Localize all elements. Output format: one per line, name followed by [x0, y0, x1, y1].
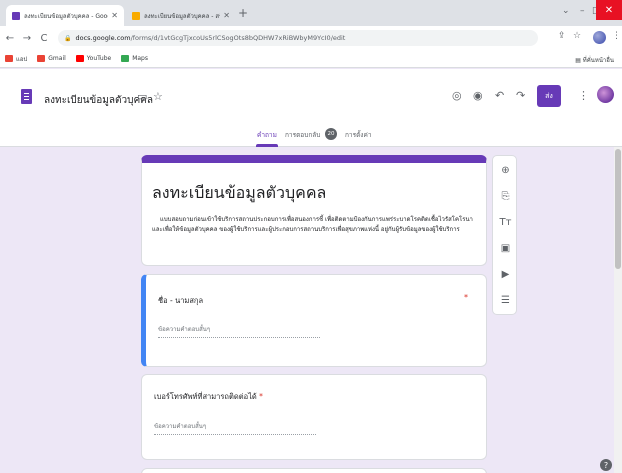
add-video-icon[interactable]: ▶	[493, 269, 518, 280]
form-title[interactable]: ลงทะเบียนข้อมูลตัวบุคคล	[152, 181, 326, 206]
required-mark: *	[259, 392, 263, 401]
scrollbar-thumb[interactable]	[615, 149, 621, 269]
add-question-icon[interactable]: ⊕	[493, 165, 518, 176]
bookmark-apps[interactable]: แอป	[5, 54, 27, 64]
form-title-card[interactable]: ลงทะเบียนข้อมูลตัวบุคคล แบบสอบถามก่อนเข้…	[141, 155, 487, 266]
move-to-folder-icon[interactable]: ▭	[137, 90, 147, 103]
page-scrollbar[interactable]	[614, 147, 622, 473]
bookmark-gmail[interactable]: Gmail	[37, 55, 66, 62]
tab-questions[interactable]: คำถาม	[257, 130, 277, 140]
forms-favicon-icon	[12, 11, 20, 20]
answer-underline	[158, 337, 320, 338]
window-close-button[interactable]: ✕	[596, 0, 622, 20]
bookmark-maps[interactable]: Maps	[121, 55, 148, 62]
tab-close-icon[interactable]: ✕	[111, 11, 118, 20]
address-bar[interactable]: 🔒 docs.google.com /forms/d/1vtGcgTjxcoUs…	[58, 30, 538, 46]
short-answer-placeholder: ข้อความคำตอบสั้นๆ	[154, 423, 207, 430]
tab-title: ลงทะเบียนข้อมูลตัวบุคคล - Google ฟ	[24, 12, 108, 20]
form-description[interactable]: แบบสอบถามก่อนเข้าใช้บริการสถานประกอบการเ…	[152, 215, 478, 235]
google-forms-logo-icon[interactable]	[21, 89, 32, 104]
bookmark-star-icon[interactable]: ☆	[573, 31, 581, 41]
browser-tab-strip: ลงทะเบียนข้อมูลตัวบุคคล - Google ฟ ✕ ลงท…	[0, 0, 622, 26]
send-button[interactable]: ส่ง	[537, 85, 561, 107]
gmail-icon	[37, 55, 46, 62]
tab-settings[interactable]: การตั้งค่า	[345, 130, 371, 140]
question-title[interactable]: ชื่อ - นามสกุล	[158, 295, 203, 307]
answer-underline	[154, 434, 316, 435]
add-image-icon[interactable]: ▣	[493, 243, 518, 254]
question-card-next[interactable]	[141, 468, 487, 473]
new-tab-button[interactable]: +	[238, 7, 248, 19]
browser-tab-forms[interactable]: ลงทะเบียนข้อมูลตัวบุคคล - Google ฟ ✕	[6, 5, 124, 26]
responses-count-badge: 20	[325, 128, 337, 140]
required-mark: *	[464, 293, 468, 302]
question-card-phone[interactable]: เบอร์โทรศัพท์ที่สามารถติดต่อได้ * ข้อควา…	[141, 374, 487, 460]
browser-toolbar: ← → C 🔒 docs.google.com /forms/d/1vtGcgT…	[0, 26, 622, 50]
add-title-icon[interactable]: Tт	[493, 217, 518, 228]
question-title[interactable]: เบอร์โทรศัพท์ที่สามารถติดต่อได้ *	[154, 391, 263, 403]
tab-close-icon[interactable]: ✕	[223, 11, 230, 20]
share-icon[interactable]: ⇪	[558, 31, 566, 41]
help-icon[interactable]: ?	[600, 459, 612, 471]
redo-icon[interactable]: ↷	[516, 89, 525, 102]
star-icon[interactable]: ☆	[153, 90, 163, 103]
youtube-icon	[75, 55, 84, 62]
more-options-icon[interactable]: ⋮	[578, 89, 589, 102]
browser-profile-avatar[interactable]	[593, 31, 606, 44]
lock-icon[interactable]: 🔒	[64, 35, 71, 42]
question-card-name[interactable]: ชื่อ - นามสกุล * ข้อความคำตอบสั้นๆ	[141, 274, 487, 367]
tab-responses[interactable]: การตอบกลับ	[285, 130, 320, 140]
tab-title: ลงทะเบียนข้อมูลตัวบุคคล - สร้างฟอร์ม	[144, 12, 220, 20]
forms-header: ลงทะเบียนข้อมูลตัวบุคคล ▭ ☆ ◎ ◉ ↶ ↷ ส่ง …	[0, 69, 622, 147]
bookmark-youtube[interactable]: YouTube	[75, 55, 111, 62]
other-bookmarks[interactable]: ▤ ที่คั่นหน้าอื่น	[575, 55, 614, 65]
palette-icon[interactable]: ◎	[452, 89, 462, 102]
browser-tab-create-form[interactable]: ลงทะเบียนข้อมูลตัวบุคคล - สร้างฟอร์ม ✕	[126, 5, 236, 26]
brush-favicon-icon	[132, 11, 140, 20]
apps-grid-icon	[5, 55, 13, 62]
url-host: docs.google.com	[75, 34, 131, 42]
import-questions-icon[interactable]: ⎘	[493, 191, 518, 202]
url-path: /forms/d/1vtGcgTjxcoUs5rlCSogOts8bQDHW7x…	[130, 34, 346, 42]
active-tab-indicator	[256, 144, 278, 147]
add-section-icon[interactable]: ☰	[493, 295, 518, 306]
preview-eye-icon[interactable]: ◉	[473, 89, 483, 102]
maps-icon	[121, 55, 130, 62]
question-side-toolbar: ⊕ ⎘ Tт ▣ ▶ ☰	[492, 155, 517, 315]
forward-button[interactable]: →	[20, 33, 34, 44]
short-answer-placeholder: ข้อความคำตอบสั้นๆ	[158, 326, 211, 333]
back-button[interactable]: ←	[3, 33, 17, 44]
undo-icon[interactable]: ↶	[495, 89, 504, 102]
user-avatar[interactable]	[597, 86, 614, 103]
reload-button[interactable]: C	[37, 33, 51, 44]
browser-menu-icon[interactable]: ⋮	[612, 31, 621, 41]
bookmarks-bar: แอป Gmail YouTube Maps ▤ ที่คั่นหน้าอื่น	[0, 50, 622, 68]
minimize-button[interactable]: –	[580, 6, 585, 16]
tab-search-icon[interactable]: ⌄	[562, 6, 570, 16]
